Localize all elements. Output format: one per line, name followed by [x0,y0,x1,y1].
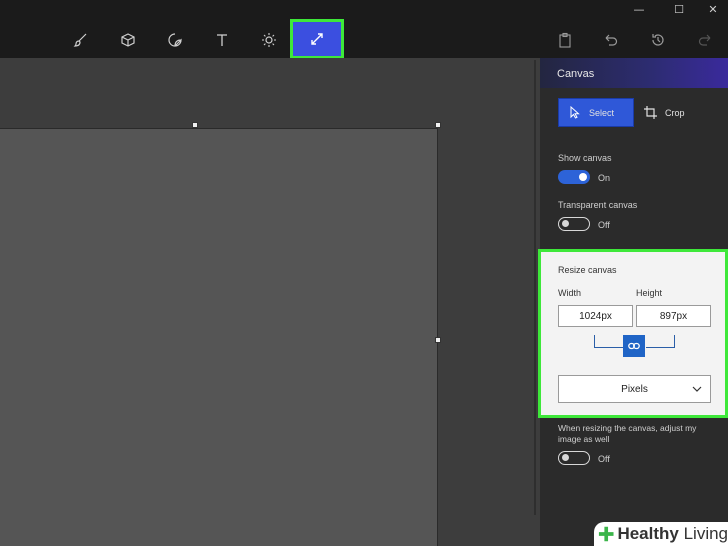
paste-icon [559,32,571,48]
crop-button[interactable]: Crop [640,98,714,127]
link-icon [628,342,640,350]
undo-button[interactable] [596,26,626,54]
effects-tool-button[interactable] [254,26,284,54]
panel-title: Canvas [557,68,595,80]
adjust-image-label: When resizing the canvas, adjust my imag… [558,423,697,444]
transparent-canvas-label: Transparent canvas [558,200,638,210]
maximize-button[interactable]: ☐ [664,0,694,22]
sticker-icon [168,33,182,47]
canvas-resize-icon [311,33,323,45]
paste-button[interactable] [550,26,580,54]
text-icon [217,34,227,46]
toggle-knob [562,220,569,227]
3d-shapes-tool-button[interactable] [113,26,143,54]
redo-button[interactable] [690,26,720,54]
canvas-tool-button[interactable] [290,19,344,59]
stickers-tool-button[interactable] [160,26,190,54]
lock-aspect-ratio-button[interactable] [623,335,645,357]
link-bracket-left [594,335,623,348]
adjust-image-state: Off [598,454,610,464]
units-value: Pixels [621,383,648,395]
title-bar: — ☐ ✕ [0,0,728,22]
watermark-text: Healthy Living [617,524,728,544]
chevron-down-icon [692,386,702,392]
redo-icon [698,34,711,46]
show-canvas-state: On [598,173,611,183]
units-dropdown[interactable]: Pixels [558,375,711,403]
undo-icon [605,34,618,46]
cursor-icon [570,106,580,119]
select-button[interactable]: Select [558,98,634,127]
history-button[interactable] [643,26,673,54]
transparent-canvas-state: Off [598,220,610,230]
watermark-brand-regular: Living [678,524,728,543]
select-label: Select [589,107,615,118]
adjust-image-toggle[interactable] [558,451,590,465]
crop-icon [644,106,657,119]
resize-handle-right[interactable] [435,337,441,343]
toggle-knob [562,454,569,461]
watermark: Healthy Living [594,522,728,546]
resize-handle-top-right[interactable] [435,122,441,128]
height-label: Height [636,288,663,298]
show-canvas-toggle[interactable] [558,170,590,184]
plus-logo-icon [598,526,614,542]
effects-sun-icon [262,33,276,47]
panel-header: Canvas [540,58,728,88]
resize-canvas-section: Resize canvas Width Height 1024px 897px … [538,249,728,418]
close-button[interactable]: ✕ [698,0,728,22]
history-icon [652,34,664,46]
minimize-button[interactable]: — [624,0,654,22]
crop-label: Crop [665,107,685,118]
link-bracket-right [646,335,675,348]
vertical-scrollbar[interactable] [534,60,536,515]
brush-tool-button[interactable] [66,26,96,54]
width-input[interactable]: 1024px [558,305,633,327]
toolbar [0,19,728,59]
toggle-knob [579,173,587,181]
show-canvas-label: Show canvas [558,153,612,163]
height-input[interactable]: 897px [636,305,711,327]
resize-handle-top[interactable] [192,122,198,128]
3d-cube-icon [121,33,135,47]
text-tool-button[interactable] [207,26,237,54]
watermark-brand-bold: Healthy [617,524,679,543]
resize-canvas-title: Resize canvas [558,265,617,275]
brush-icon [73,33,87,47]
transparent-canvas-toggle[interactable] [558,217,590,231]
width-label: Width [558,288,582,298]
canvas[interactable] [0,128,438,546]
